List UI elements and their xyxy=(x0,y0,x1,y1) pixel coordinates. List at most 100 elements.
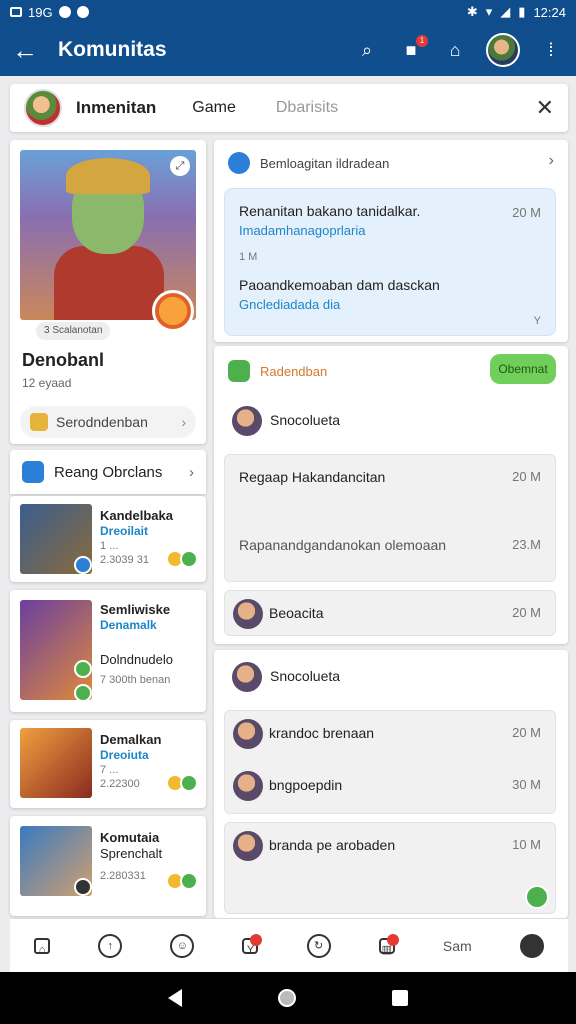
close-icon[interactable]: ✕ xyxy=(536,95,554,121)
profile-chip: 3 Scalanotan xyxy=(36,322,111,340)
profile-icon[interactable] xyxy=(519,933,544,958)
tab-game[interactable]: Game xyxy=(192,99,236,117)
page-title: Komunitas xyxy=(58,38,167,61)
tab-inmenitan[interactable]: Inmenitan xyxy=(76,98,156,118)
game-card[interactable]: Kandelbaka Dreoilait 1 ... 2.3039 31 xyxy=(10,496,206,582)
game-badge-icon xyxy=(74,878,92,896)
home-button-icon[interactable] xyxy=(278,989,296,1007)
app-icon xyxy=(58,6,71,18)
grid-icon[interactable]: ▥ xyxy=(378,933,399,956)
app-icon-2 xyxy=(76,6,89,18)
add-icon[interactable] xyxy=(180,550,198,568)
post-text-2: Rapanandgandanokan olemoaan xyxy=(239,537,447,553)
add-icon[interactable] xyxy=(180,872,198,890)
comment-text: branda pe arobaden xyxy=(269,837,396,853)
game-badge-icon-2 xyxy=(74,684,92,702)
game-meta: Dolndnudelo xyxy=(100,652,174,667)
recommend-header[interactable]: Reang Obrclans › xyxy=(10,450,206,494)
message-footer: Y xyxy=(533,315,541,327)
community-avatar[interactable] xyxy=(24,89,62,127)
game-subtitle: Denamalk xyxy=(100,618,157,632)
tab-bar: Inmenitan Game Dbarisits ✕ xyxy=(10,84,568,132)
message-small: 1 M xyxy=(239,251,258,263)
back-arrow-icon[interactable]: ← xyxy=(12,35,48,66)
profile-card[interactable]: ⤢ 3 Scalanotan Denobanl 12 eyaad Serodnd… xyxy=(10,140,206,444)
comment-text-2: bngpoepdin xyxy=(269,777,343,793)
reaction-icon[interactable] xyxy=(525,885,549,909)
message-line: Renanitan bakano tanidalkar. xyxy=(239,203,421,219)
smile-icon[interactable]: ☺ xyxy=(170,933,195,958)
list-icon xyxy=(22,461,44,483)
info-icon xyxy=(228,152,250,174)
game-meta: 2.280331 xyxy=(100,870,146,882)
message-bubble[interactable]: Renanitan bakano tanidalkar. 20 M Imadam… xyxy=(224,188,556,336)
recommend-title: Reang Obrclans xyxy=(54,463,163,481)
message-time: 20 M xyxy=(512,205,541,220)
feed-section: Radendban Obemnat Snocolueta Regaap Haka… xyxy=(214,346,568,644)
user-avatar[interactable] xyxy=(232,662,262,692)
more-icon[interactable]: ⁞ xyxy=(538,37,564,63)
expand-icon[interactable]: ⤢ xyxy=(170,156,190,176)
notice-card: Bemloagitan ildradean › Renanitan bakano… xyxy=(214,140,568,342)
search-icon[interactable]: ⌕ xyxy=(354,37,380,63)
game-thumbnail xyxy=(20,728,92,798)
game-meta-2: 2.22300 xyxy=(100,778,140,790)
user-avatar[interactable] xyxy=(486,33,520,67)
game-title: Demalkan xyxy=(100,732,162,747)
status-left: 19G xyxy=(10,5,89,20)
recents-icon[interactable] xyxy=(392,990,408,1006)
grid-badge xyxy=(386,933,399,946)
game-meta: 1 ... xyxy=(100,540,119,552)
notice-head-text: Bemloagitan ildradean xyxy=(260,155,390,171)
nav-label[interactable]: Sam xyxy=(443,938,472,954)
notice-header[interactable]: Bemloagitan ildradean xyxy=(228,152,389,174)
notification-badge: 1 xyxy=(416,35,428,47)
profile-row-label: Serodndenban xyxy=(56,414,148,430)
game-subtitle: Dreoilait xyxy=(100,524,149,538)
refresh-icon[interactable]: ↻ xyxy=(306,933,331,958)
profile-sub: 12 eyaad xyxy=(22,376,72,390)
message-line-2: Paoandkemoaban dam dasckan xyxy=(239,277,440,293)
post-item[interactable]: Regaap Hakandancitan 20 M Rapanandgandan… xyxy=(224,454,556,582)
game-card[interactable]: Komutaia Sprenchalt 2.280331 xyxy=(10,816,206,916)
game-card[interactable]: Semliwiske Denamalk Dolndnudelo 7 300th … xyxy=(10,590,206,712)
game-title: Semliwiske xyxy=(100,602,171,617)
profile-name: Denobanl xyxy=(22,350,105,370)
compass-icon[interactable]: ↑ xyxy=(98,933,123,958)
comment-item[interactable]: krandoc brenaan 20 M bngpoepdin 30 M xyxy=(224,710,556,814)
game-subtitle: Sprenchalt xyxy=(100,846,163,861)
join-button[interactable]: Obemnat xyxy=(490,354,556,384)
bluetooth-icon: ✱ xyxy=(466,4,478,19)
back-icon[interactable] xyxy=(168,989,182,1007)
comment-time-2: 30 M xyxy=(512,777,541,792)
game-card[interactable]: Demalkan Dreoiuta 7 ... 2.22300 xyxy=(10,720,206,808)
tab-dbarisits[interactable]: Dbarisits xyxy=(276,99,338,117)
smile-icon xyxy=(30,413,48,431)
profile-row[interactable]: Serodndenban › xyxy=(20,406,196,438)
chevron-right-icon[interactable]: › xyxy=(549,152,554,170)
app-bar-actions: ⌕ ■ 1 ⌂ ⁞ xyxy=(354,33,564,67)
user-name[interactable]: Snocolueta xyxy=(270,412,340,428)
post-text: Beoacita xyxy=(269,605,324,621)
user-avatar[interactable] xyxy=(232,406,262,436)
message-link-2[interactable]: Gnclediadada dia xyxy=(239,297,340,312)
post-time: 20 M xyxy=(512,605,541,620)
chevron-right-icon: › xyxy=(189,463,194,481)
gamepad-icon[interactable]: ■ 1 xyxy=(398,35,428,63)
add-icon[interactable] xyxy=(180,774,198,792)
post-item[interactable]: Beoacita 20 M xyxy=(224,590,556,636)
comment-item[interactable]: branda pe arobaden 10 M xyxy=(224,822,556,914)
comment-time: 10 M xyxy=(512,837,541,852)
user-name[interactable]: Snocolueta xyxy=(270,668,340,684)
home-icon[interactable]: ⌂ xyxy=(34,937,51,956)
user-avatar xyxy=(233,599,263,629)
post-time-2: 23.M xyxy=(512,537,541,552)
chat-icon[interactable]: Y xyxy=(242,933,263,956)
post-text: Regaap Hakandancitan xyxy=(239,469,386,485)
store-icon[interactable]: ⌂ xyxy=(442,37,468,63)
wifi-icon: ▾ xyxy=(485,4,493,19)
game-title: Komutaia xyxy=(100,830,160,845)
message-link[interactable]: Imadamhanagoprlaria xyxy=(239,223,365,238)
battery-icon: ▮ xyxy=(518,4,526,19)
game-badge-icon xyxy=(74,660,92,678)
